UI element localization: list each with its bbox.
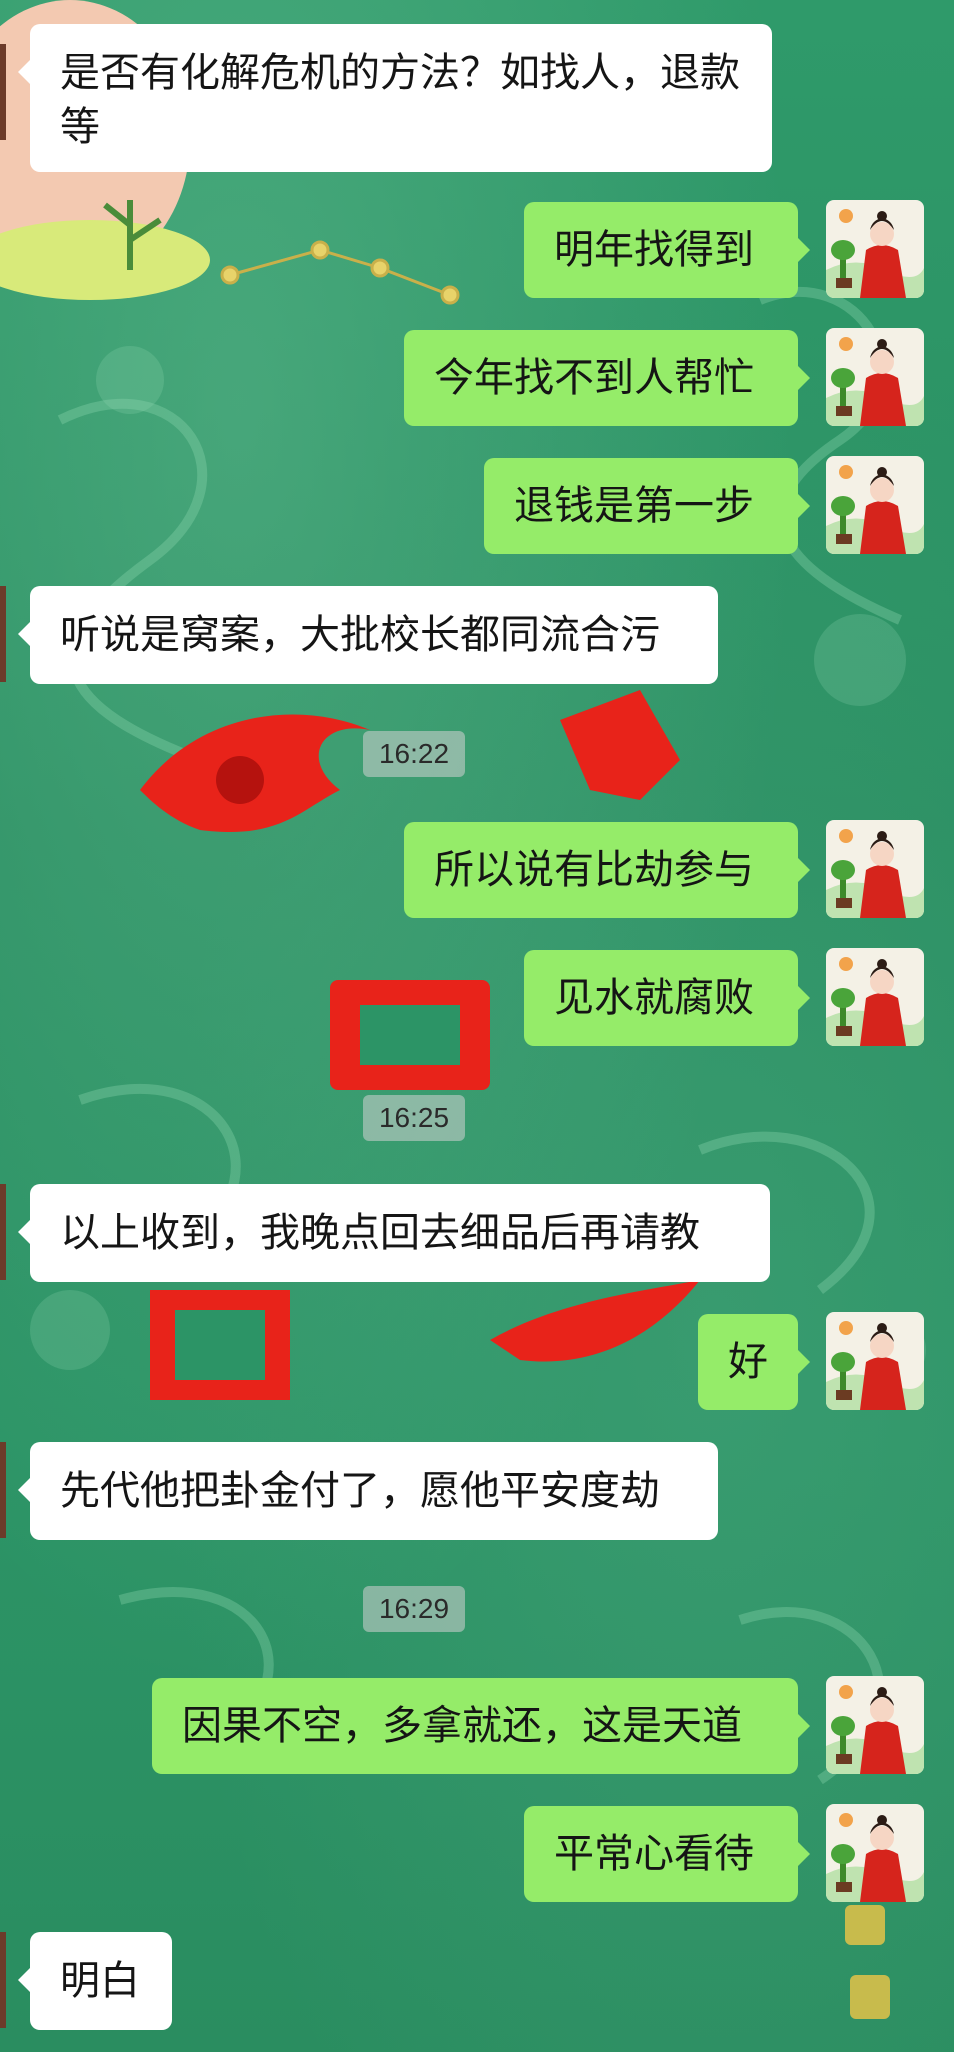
chat-window[interactable]: 是否有化解危机的方法？如找人，退款等 明年找得到 今年找不到人帮忙 退钱是第一步… [0, 0, 954, 2052]
message-text: 好 [728, 1339, 768, 1385]
message-text: 见水就腐败 [554, 975, 754, 1021]
user-avatar[interactable] [826, 948, 924, 1046]
message-row: 平常心看待 [0, 1804, 954, 1902]
message-text: 听说是窝案，大批校长都同流合污 [60, 612, 660, 658]
user-avatar[interactable] [826, 1804, 924, 1902]
timestamp: 16:29 [363, 1586, 465, 1632]
sender-avatar-edge[interactable] [0, 1184, 6, 1280]
message-text: 先代他把卦金付了，愿他平安度劫 [60, 1468, 660, 1514]
message-text: 所以说有比劫参与 [434, 847, 754, 893]
message-row: 好 [0, 1312, 954, 1410]
woman-in-red-hanfu-icon [826, 948, 924, 1046]
message-bubble-incoming[interactable]: 先代他把卦金付了，愿他平安度劫 [18, 1442, 718, 1540]
message-bubble-incoming[interactable]: 是否有化解危机的方法？如找人，退款等 [18, 24, 772, 172]
woman-in-red-hanfu-icon [826, 328, 924, 426]
message-text: 退钱是第一步 [514, 483, 754, 529]
user-avatar[interactable] [826, 200, 924, 298]
message-bubble-outgoing[interactable]: 明年找得到 [524, 202, 810, 298]
message-row: 是否有化解危机的方法？如找人，退款等 [0, 24, 954, 172]
woman-in-red-hanfu-icon [826, 1312, 924, 1410]
message-row: 因果不空，多拿就还，这是天道 [0, 1676, 954, 1774]
sender-avatar-edge[interactable] [0, 44, 6, 140]
message-bubble-outgoing[interactable]: 平常心看待 [524, 1806, 810, 1902]
user-avatar[interactable] [826, 328, 924, 426]
woman-in-red-hanfu-icon [826, 1804, 924, 1902]
message-text: 今年找不到人帮忙 [434, 355, 754, 401]
user-avatar[interactable] [826, 1312, 924, 1410]
message-row: 见水就腐败 [0, 948, 954, 1046]
message-row: 听说是窝案，大批校长都同流合污 [0, 586, 954, 684]
message-text: 明年找得到 [554, 227, 754, 273]
user-avatar[interactable] [826, 820, 924, 918]
user-avatar[interactable] [826, 456, 924, 554]
message-bubble-incoming[interactable]: 以上收到，我晚点回去细品后再请教 [18, 1184, 770, 1282]
message-bubble-outgoing[interactable]: 退钱是第一步 [484, 458, 810, 554]
message-text: 平常心看待 [554, 1831, 754, 1877]
message-row: 今年找不到人帮忙 [0, 328, 954, 426]
message-text: 明白 [60, 1958, 140, 2004]
message-bubble-incoming[interactable]: 听说是窝案，大批校长都同流合污 [18, 586, 718, 684]
woman-in-red-hanfu-icon [826, 456, 924, 554]
message-bubble-outgoing[interactable]: 见水就腐败 [524, 950, 810, 1046]
message-row: 明白 [0, 1932, 954, 2030]
timestamp: 16:22 [363, 731, 465, 777]
sender-avatar-edge[interactable] [0, 586, 6, 682]
message-row: 所以说有比劫参与 [0, 820, 954, 918]
user-avatar[interactable] [826, 1676, 924, 1774]
message-bubble-outgoing[interactable]: 所以说有比劫参与 [404, 822, 810, 918]
message-bubble-outgoing[interactable]: 今年找不到人帮忙 [404, 330, 810, 426]
message-text: 是否有化解危机的方法？如找人，退款等 [60, 50, 740, 150]
message-row: 明年找得到 [0, 200, 954, 298]
message-row: 退钱是第一步 [0, 456, 954, 554]
message-text: 因果不空，多拿就还，这是天道 [182, 1703, 742, 1749]
timestamp: 16:25 [363, 1095, 465, 1141]
message-bubble-outgoing[interactable]: 好 [698, 1314, 810, 1410]
woman-in-red-hanfu-icon [826, 820, 924, 918]
message-bubble-outgoing[interactable]: 因果不空，多拿就还，这是天道 [152, 1678, 810, 1774]
sender-avatar-edge[interactable] [0, 1932, 6, 2028]
message-text: 以上收到，我晚点回去细品后再请教 [60, 1210, 700, 1256]
message-row: 先代他把卦金付了，愿他平安度劫 [0, 1442, 954, 1540]
woman-in-red-hanfu-icon [826, 1676, 924, 1774]
woman-in-red-hanfu-icon [826, 200, 924, 298]
message-row: 以上收到，我晚点回去细品后再请教 [0, 1184, 954, 1282]
sender-avatar-edge[interactable] [0, 1442, 6, 1538]
message-bubble-incoming[interactable]: 明白 [18, 1932, 172, 2030]
